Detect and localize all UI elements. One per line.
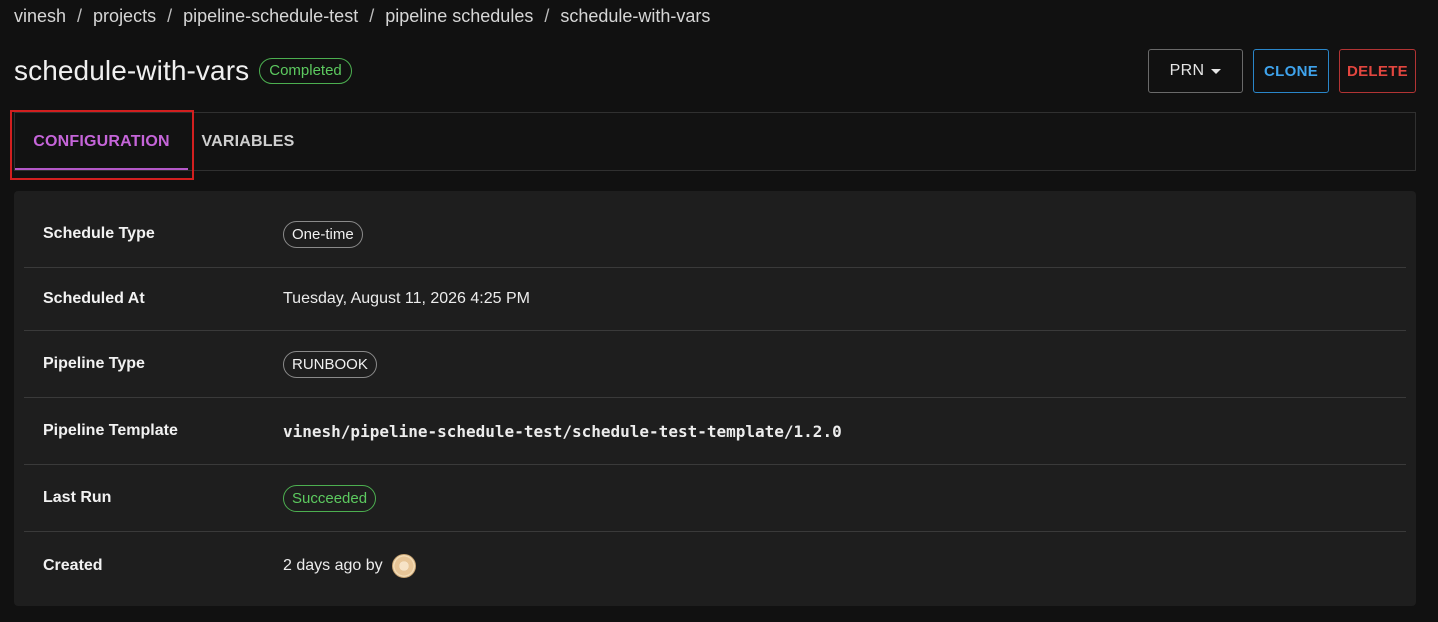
- tabs-bar: CONFIGURATION VARIABLES: [14, 112, 1416, 171]
- breadcrumb-item-projects[interactable]: projects: [93, 6, 156, 27]
- prn-button-label: PRN: [1169, 62, 1205, 79]
- title-row: schedule-with-vars Completed: [14, 50, 352, 92]
- breadcrumb-item-current: schedule-with-vars: [560, 6, 711, 26]
- scheduled-at-value: Tuesday, August 11, 2026 4:25 PM: [283, 290, 530, 307]
- delete-button[interactable]: DELETE: [1339, 49, 1416, 93]
- clone-button[interactable]: CLONE: [1253, 49, 1329, 93]
- created-text: 2 days ago by: [283, 556, 383, 574]
- row-created: Created 2 days ago by: [24, 532, 1406, 599]
- tab-variables[interactable]: VARIABLES: [195, 113, 301, 170]
- breadcrumb-item-user[interactable]: vinesh: [14, 6, 66, 27]
- row-scheduled-at: Scheduled At Tuesday, August 11, 2026 4:…: [24, 268, 1406, 331]
- breadcrumb-separator: /: [369, 6, 375, 26]
- prn-button[interactable]: PRN: [1148, 49, 1243, 93]
- created-value: 2 days ago by: [283, 553, 416, 578]
- breadcrumb-separator: /: [167, 6, 173, 26]
- pipeline-type-label: Pipeline Type: [43, 355, 145, 372]
- schedule-type-chip: One-time: [283, 220, 363, 248]
- caret-down-icon: [1211, 68, 1222, 74]
- tab-variables-label: VARIABLES: [201, 132, 295, 150]
- page-title: schedule-with-vars: [14, 55, 250, 86]
- breadcrumb-separator: /: [77, 6, 83, 26]
- scheduled-at-label: Scheduled At: [43, 290, 145, 307]
- pipeline-type-chip: RUNBOOK: [283, 350, 377, 378]
- schedule-type-label: Schedule Type: [43, 225, 155, 242]
- pipeline-type-value: RUNBOOK: [283, 350, 377, 378]
- schedule-type-value: One-time: [283, 220, 363, 248]
- last-run-label: Last Run: [43, 489, 112, 506]
- row-schedule-type: Schedule Type One-time: [24, 201, 1406, 268]
- breadcrumb-separator: /: [544, 6, 550, 26]
- last-run-value: Succeeded: [283, 484, 377, 512]
- row-last-run: Last Run Succeeded: [24, 465, 1406, 532]
- pipeline-template-value: vinesh/pipeline-schedule-test/schedule-t…: [283, 421, 842, 441]
- last-run-status-badge[interactable]: Succeeded: [283, 484, 377, 512]
- breadcrumb: vinesh / projects / pipeline-schedule-te…: [14, 6, 710, 27]
- focus-highlight: [10, 110, 194, 180]
- status-badge: Completed: [259, 58, 352, 84]
- pipeline-template-label: Pipeline Template: [43, 422, 178, 439]
- breadcrumb-item-project[interactable]: pipeline-schedule-test: [183, 6, 358, 27]
- avatar[interactable]: [391, 553, 416, 578]
- created-label: Created: [43, 556, 103, 574]
- configuration-card: Schedule Type One-time Scheduled At Tues…: [14, 191, 1416, 606]
- row-pipeline-template: Pipeline Template vinesh/pipeline-schedu…: [24, 398, 1406, 465]
- breadcrumb-item-schedules[interactable]: pipeline schedules: [385, 6, 533, 27]
- row-pipeline-type: Pipeline Type RUNBOOK: [24, 331, 1406, 398]
